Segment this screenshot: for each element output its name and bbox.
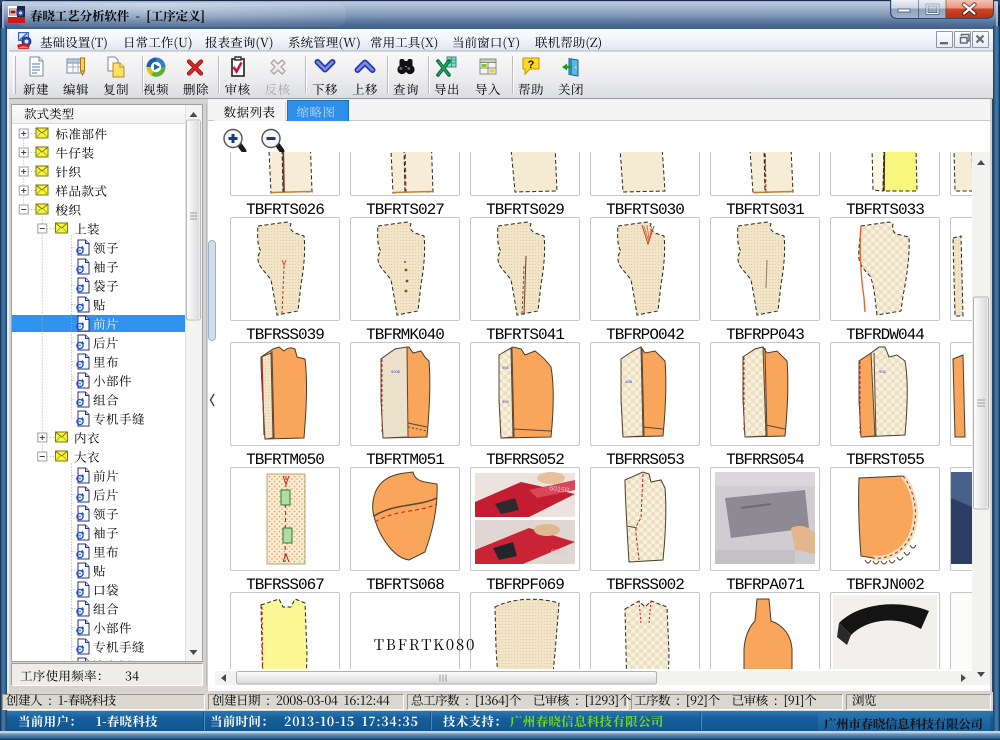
svg-text:908: 908	[502, 399, 509, 404]
svg-text:9008: 9008	[391, 369, 401, 374]
svg-text:A08: A08	[625, 379, 633, 384]
svg-text:908: 908	[502, 365, 509, 370]
svg-text:908: 908	[879, 369, 886, 374]
svg-text:?: ?	[528, 59, 535, 71]
svg-text:6015: 6015	[551, 550, 565, 556]
